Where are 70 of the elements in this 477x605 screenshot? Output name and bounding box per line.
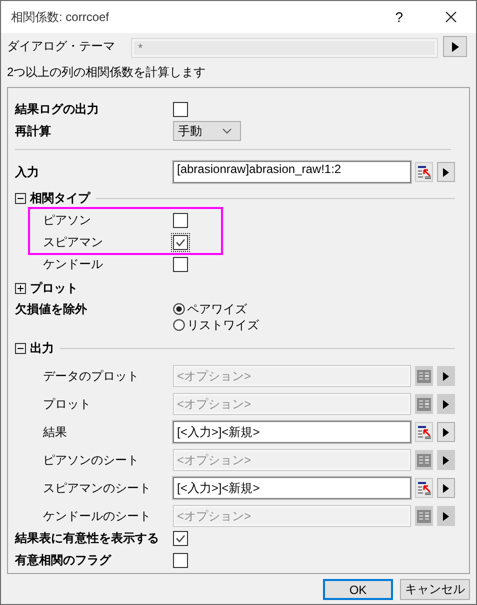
option-label: 入力 (15, 164, 40, 180)
output-field[interactable]: [<入力>]<新規> (173, 477, 412, 499)
expand-icon[interactable] (15, 282, 26, 294)
option-label: 欠損値を除外 (15, 301, 88, 318)
range-select-icon (418, 482, 431, 494)
option-label: 結果ログの出力 (15, 100, 100, 118)
triangle-icon (443, 484, 450, 492)
option-label: ピアソンのシート (42, 452, 140, 468)
checkbox[interactable] (173, 256, 188, 272)
option-label: スピアマン (42, 234, 104, 250)
chevron-down-icon (222, 128, 232, 134)
select-range-button[interactable] (415, 422, 434, 442)
theme-label: ダイアログ・テーマ (7, 38, 116, 55)
menu-button[interactable] (443, 36, 467, 57)
option-label: スピアマンのシート (42, 480, 152, 496)
option-label: ケンドール (42, 256, 104, 272)
group-label: 相関タイプ (30, 190, 90, 206)
triangle-icon (443, 512, 450, 520)
output-field[interactable]: [<入力>]<新規> (173, 421, 412, 443)
option-label: 結果 (42, 424, 68, 440)
group-label: 出力 (30, 340, 54, 356)
help-button[interactable]: ? (395, 9, 403, 25)
option-label: プロット (42, 396, 92, 412)
input-field[interactable]: [abrasionraw]abrasion_raw!1:2 (173, 161, 412, 183)
cancel-button[interactable]: キャンセル (400, 579, 470, 600)
menu-button[interactable] (437, 450, 456, 470)
select-range-button[interactable] (415, 162, 434, 182)
recalculate-dropdown[interactable]: 手動 (173, 121, 241, 141)
triangle-icon (443, 400, 450, 408)
option-label: 再計算 (15, 122, 52, 140)
triangle-icon (443, 168, 450, 176)
menu-button[interactable] (437, 506, 456, 526)
menu-button[interactable] (437, 162, 455, 182)
checkbox[interactable] (173, 234, 188, 250)
sheet-icon (417, 510, 432, 522)
radio-button[interactable] (173, 303, 185, 315)
sheet-icon (417, 398, 432, 410)
select-range-button[interactable] (415, 478, 434, 498)
menu-button[interactable] (437, 478, 456, 498)
range-select-icon (418, 166, 431, 178)
theme-field[interactable]: * (131, 38, 438, 58)
triangle-icon (443, 372, 450, 380)
sheet-icon (417, 370, 432, 382)
radio-label: リストワイズ (187, 316, 259, 334)
sheet-icon (417, 454, 432, 466)
checkbox[interactable] (173, 212, 188, 228)
option-label: ピアソン (42, 212, 92, 228)
option-label: データのプロット (42, 368, 140, 384)
menu-button[interactable] (437, 422, 456, 442)
radio-label: ペアワイズ (187, 300, 247, 318)
collapse-icon[interactable] (15, 192, 26, 204)
menu-button[interactable] (437, 394, 456, 414)
menu-button[interactable] (437, 366, 456, 386)
checkbox[interactable] (173, 102, 188, 116)
option-label: 有意相関のフラグ (15, 552, 112, 568)
checkbox[interactable] (173, 552, 188, 568)
checkbox[interactable] (173, 530, 188, 546)
group-label: プロット (30, 280, 78, 296)
triangle-icon (443, 428, 450, 436)
description-text: 2つ以上の列の相関係数を計算します (7, 64, 207, 81)
triangle-icon (452, 42, 458, 52)
option-label: 結果表に有意性を表示する (15, 530, 160, 546)
radio-button[interactable] (173, 319, 185, 331)
option-label: ケンドールのシート (42, 508, 152, 524)
close-icon[interactable] (445, 11, 457, 23)
ok-button[interactable]: OK (323, 579, 393, 600)
triangle-icon (443, 456, 450, 464)
window-title: 相関係数: corrcoef (11, 8, 110, 26)
range-select-icon (418, 426, 431, 438)
collapse-icon[interactable] (15, 342, 26, 354)
